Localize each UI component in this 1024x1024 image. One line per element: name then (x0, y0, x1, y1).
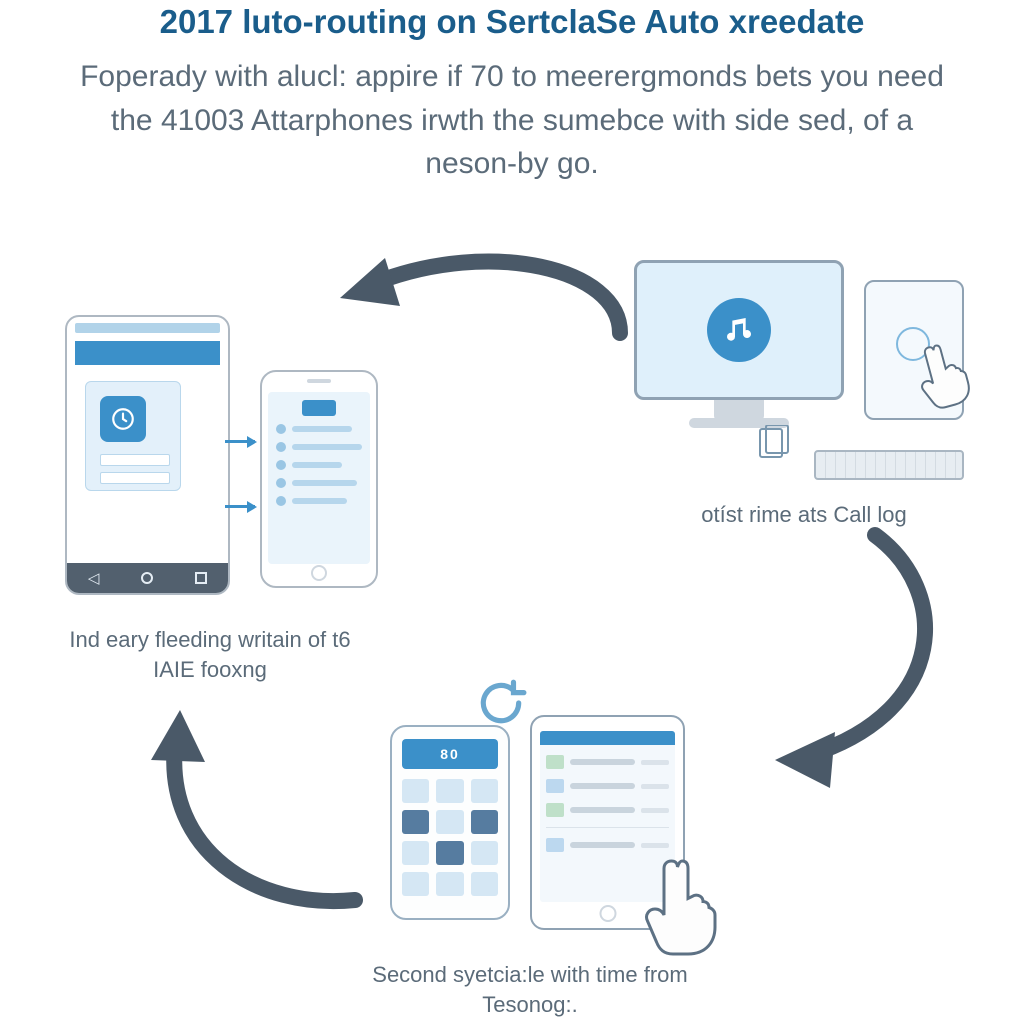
documents-icon (754, 425, 794, 461)
bottom-illustration: 80 (370, 685, 710, 955)
cycle-arrow-icon (320, 228, 640, 368)
keyboard (814, 450, 964, 480)
monitor (634, 260, 844, 400)
music-note-icon (707, 298, 771, 362)
transfer-arrow-icon (225, 505, 255, 508)
pointing-hand-icon (640, 855, 730, 965)
android-navbar: ◁ (67, 563, 228, 593)
keypad-display: 80 (402, 739, 498, 769)
bottom-caption: Second syetcia:le with time from Tesonog… (350, 960, 710, 1019)
clock-icon (100, 396, 146, 442)
phone-small (260, 370, 378, 588)
phones-caption: Ind eary fleeding writain of t6 IAIE foo… (65, 625, 355, 684)
phone-large: ◁ (65, 315, 230, 595)
keypad-device: 80 (390, 725, 510, 920)
refresh-icon (475, 677, 527, 729)
page-title: 2017 luto-routing on SertclaSe Auto xree… (0, 3, 1024, 41)
page-subtitle: Foperady with alucl: appire if 70 to mee… (80, 55, 944, 186)
transfer-arrow-icon (225, 440, 255, 443)
cycle-arrow-icon (740, 520, 970, 780)
cycle-arrow-icon (145, 700, 375, 930)
desktop-illustration (634, 260, 964, 480)
